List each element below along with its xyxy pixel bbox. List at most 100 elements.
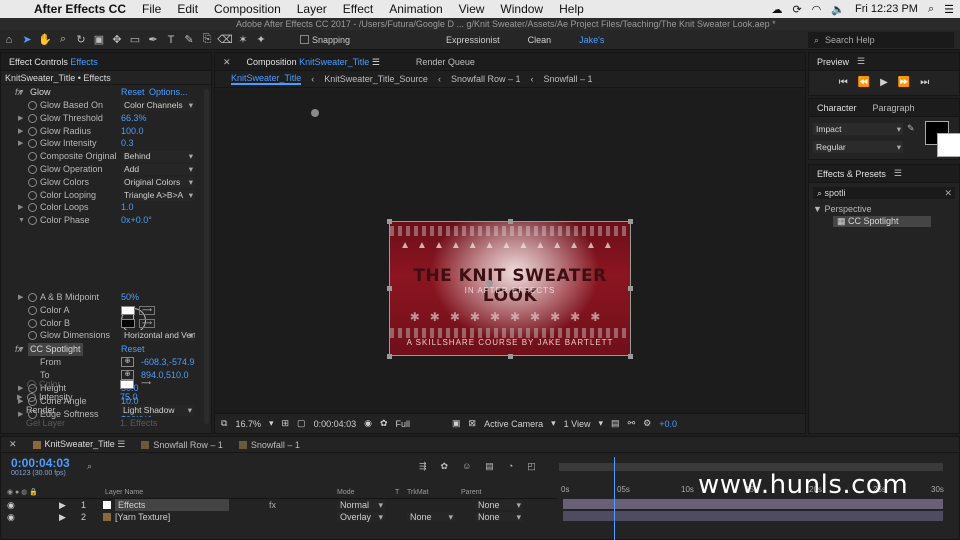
menu-layer[interactable]: Layer — [289, 2, 335, 16]
menu-effect[interactable]: Effect — [335, 2, 381, 16]
region-icon[interactable]: ▢ — [297, 418, 306, 429]
chevron-down-icon[interactable]: ▾ — [551, 418, 556, 429]
frame-blending-icon[interactable]: ▤ — [485, 461, 494, 472]
menu-animation[interactable]: Animation — [381, 2, 450, 16]
layer-name[interactable]: Effects — [115, 499, 229, 511]
twirl-right-icon[interactable]: ▶ — [18, 137, 23, 150]
col-layer-name[interactable]: Layer Name — [105, 487, 143, 499]
current-time[interactable]: 0:00:04:03 — [314, 419, 357, 429]
reset-exposure-icon[interactable]: ⚙ — [643, 418, 651, 429]
tab-composition[interactable]: Composition KnitSweater_Title ☰ — [239, 53, 388, 71]
property-dropdown[interactable]: Horizontal and Vertical — [121, 330, 195, 342]
snapping-checkbox[interactable] — [300, 35, 309, 44]
effects-search-input[interactable]: ⌕ spotli ✕ — [813, 187, 955, 199]
property-dropdown[interactable]: Behind — [121, 151, 195, 163]
property-dropdown[interactable]: Original Colors — [121, 176, 195, 188]
col-mode[interactable]: Mode — [337, 487, 355, 499]
property-dropdown[interactable]: Add — [121, 164, 195, 175]
safe-zones-icon[interactable]: ⊞ — [282, 418, 290, 429]
tab-paragraph[interactable]: Paragraph — [865, 99, 923, 117]
fx-switch-icon[interactable]: fx — [269, 499, 276, 511]
tab-render-queue[interactable]: Render Queue — [408, 53, 483, 71]
twirl-right-icon[interactable]: ▼ — [18, 214, 25, 227]
col-trkmat[interactable]: TrkMat — [407, 487, 429, 499]
eyedropper-icon[interactable]: ⟿ — [138, 380, 154, 389]
twirl-right-icon[interactable]: ▶ — [18, 201, 23, 214]
shy-icon[interactable]: ☺ — [462, 461, 471, 472]
menu-app[interactable]: After Effects CC — [26, 2, 134, 16]
zoom-dropdown[interactable]: 16.7% — [235, 419, 261, 429]
menu-help[interactable]: Help — [551, 2, 592, 16]
property-dropdown[interactable]: Color Channels — [121, 100, 195, 111]
font-family-dropdown[interactable]: Impact — [813, 123, 903, 135]
layer-handle[interactable] — [628, 354, 633, 359]
brush-tool-icon[interactable]: ✎ — [180, 32, 198, 48]
tab-character[interactable]: Character — [809, 99, 865, 117]
effect-cc-spotlight-row[interactable]: ▼ fx CC Spotlight Reset — [1, 343, 201, 356]
home-icon[interactable]: ⌂ — [0, 32, 18, 48]
stopwatch-icon[interactable] — [28, 139, 37, 149]
stopwatch-icon[interactable] — [28, 113, 37, 123]
stopwatch-icon[interactable] — [28, 331, 37, 341]
graph-editor-icon[interactable]: ◰ — [527, 461, 536, 472]
property-value[interactable]: 1.0 — [121, 201, 134, 214]
timeline-current-time[interactable]: 0:00:04:03 — [11, 456, 70, 470]
flowchart-icon[interactable]: ⚯ — [628, 418, 636, 429]
point-control-icon[interactable]: ⊕ — [121, 357, 134, 367]
layer-handle[interactable] — [508, 219, 513, 224]
menu-list-icon[interactable]: ☰ — [944, 3, 954, 16]
roto-brush-icon[interactable]: ✶ — [234, 32, 252, 48]
glow-reset-button[interactable]: Reset — [121, 86, 145, 99]
close-icon[interactable]: ✕ — [215, 53, 239, 71]
stopwatch-icon[interactable] — [28, 216, 37, 226]
workspace-expressionist[interactable]: Expressionist — [446, 35, 500, 45]
property-value[interactable]: 66.3% — [121, 112, 147, 125]
spotlight-reset-button[interactable]: Reset — [121, 343, 145, 356]
snapshot-icon[interactable]: ◉ — [364, 418, 372, 429]
layer-1-duration-bar[interactable] — [563, 499, 943, 509]
stopwatch-icon[interactable] — [28, 293, 37, 302]
composition-flowchart-icon[interactable]: ⇶ — [419, 461, 427, 472]
eyedropper-icon[interactable]: ⟿ — [139, 318, 155, 328]
cloud-icon[interactable]: ☁ — [771, 3, 782, 16]
twirl-right-icon[interactable]: ▶ — [59, 499, 66, 511]
selection-tool-icon[interactable]: ➤ — [18, 32, 36, 48]
views-dropdown[interactable]: 1 View — [564, 419, 591, 429]
stopwatch-icon[interactable] — [27, 393, 36, 402]
twirl-right-icon[interactable]: ▶ — [18, 125, 23, 138]
stroke-color-swatch[interactable] — [937, 133, 960, 157]
pan-behind-tool-icon[interactable]: ✥ — [108, 32, 126, 48]
eyedropper-icon[interactable]: ⟿ — [139, 305, 155, 315]
twirl-right-icon[interactable]: ▶ — [18, 291, 23, 304]
eyedropper-icon[interactable]: ✎ — [907, 123, 915, 134]
wifi-icon[interactable]: ◠ — [812, 3, 822, 16]
tab-timeline-1[interactable]: Snowfall Row – 1 — [141, 440, 223, 450]
tab-timeline-2[interactable]: Snowfall – 1 — [238, 440, 300, 450]
menu-file[interactable]: File — [134, 2, 169, 16]
hand-tool-icon[interactable]: ✋ — [36, 32, 54, 48]
col-parent[interactable]: Parent — [461, 487, 482, 499]
stopwatch-icon[interactable] — [28, 101, 37, 110]
volume-icon[interactable]: 🔈 — [831, 3, 845, 16]
menu-window[interactable]: Window — [492, 2, 551, 16]
layer-name[interactable]: [Yarn Texture] — [115, 511, 170, 523]
effect-glow-name[interactable]: Glow — [28, 86, 53, 99]
close-icon[interactable]: ✕ — [9, 439, 17, 450]
crumb-1[interactable]: KnitSweater_Title_Source — [324, 74, 428, 84]
menu-composition[interactable]: Composition — [206, 2, 289, 16]
stopwatch-icon[interactable] — [28, 190, 37, 200]
property-dropdown[interactable]: Triangle A>B>A — [121, 189, 195, 201]
intensity-value[interactable]: 75.0 — [120, 391, 138, 404]
search-icon[interactable]: ⌕ — [928, 3, 934, 16]
search-help-field[interactable]: ⌕ Search Help — [808, 32, 954, 48]
layer-handle[interactable] — [628, 286, 633, 291]
layer-row-1[interactable]: ◉ ▶ 1 Effects fx Normal None — [1, 499, 557, 511]
effect-glow-row[interactable]: ▼ fx Glow Reset Options... — [1, 86, 201, 99]
stopwatch-icon[interactable] — [28, 126, 37, 136]
twirl-right-icon[interactable]: ▶ — [17, 391, 22, 404]
layer-handle[interactable] — [508, 354, 513, 359]
clock[interactable]: Fri 12:23 PM — [855, 3, 918, 15]
color-swatch[interactable] — [121, 305, 135, 315]
layer-mode-dropdown[interactable]: Overlay — [337, 512, 385, 522]
crumb-3[interactable]: Snowfall – 1 — [543, 74, 592, 84]
